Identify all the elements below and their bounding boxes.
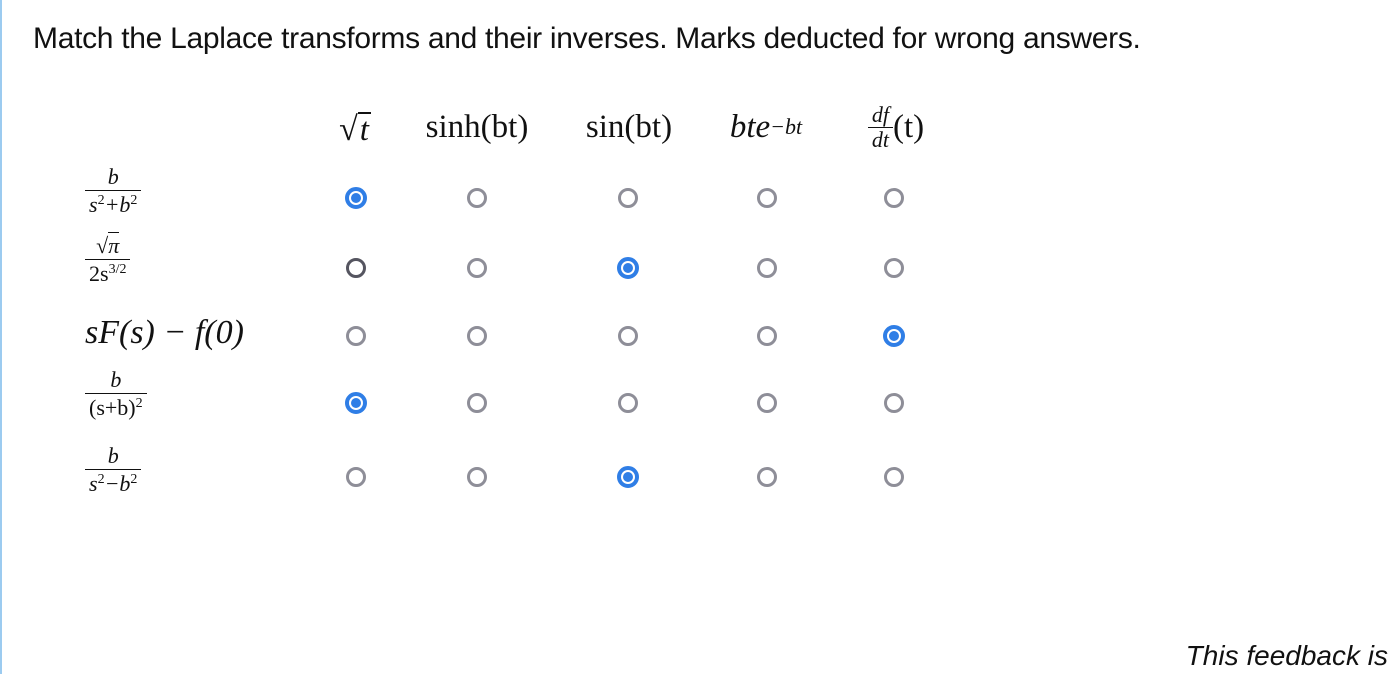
col-header-sinh: sinh(bt)	[425, 108, 529, 145]
radio-r2-sinh[interactable]	[467, 258, 487, 278]
radio-r4-sqrt-t[interactable]	[345, 392, 367, 414]
col-header-bte: bte −bt	[729, 108, 803, 145]
row-header-2: √π 2s3/2	[85, 232, 131, 285]
radio-r3-dfdt[interactable]	[883, 325, 905, 347]
col-header-sqrt-t: √ t	[339, 110, 371, 148]
radio-r1-bte[interactable]	[757, 188, 777, 208]
radio-r1-sin[interactable]	[618, 188, 638, 208]
radio-r5-dfdt[interactable]	[884, 467, 904, 487]
radio-r5-bte[interactable]	[757, 467, 777, 487]
radio-r5-sin[interactable]	[617, 466, 639, 488]
radio-r5-sqrt-t[interactable]	[346, 467, 366, 487]
radio-r5-sinh[interactable]	[467, 467, 487, 487]
radio-r1-sqrt-t[interactable]	[345, 187, 367, 209]
radio-r2-bte[interactable]	[757, 258, 777, 278]
left-border	[0, 0, 2, 674]
radio-r4-sinh[interactable]	[467, 393, 487, 413]
row-header-3: sF(s) − f(0)	[85, 314, 244, 351]
row-header-5: b s2−b2	[85, 444, 142, 495]
col-header-dfdt: df dt (t)	[850, 103, 942, 151]
radio-r1-dfdt[interactable]	[884, 188, 904, 208]
radio-r2-sin[interactable]	[617, 257, 639, 279]
row-header-1: b s2+b2	[85, 165, 142, 216]
radio-r2-sqrt-t[interactable]	[346, 258, 366, 278]
question-prompt: Match the Laplace transforms and their i…	[33, 22, 1141, 55]
radio-r2-dfdt[interactable]	[884, 258, 904, 278]
radio-r4-dfdt[interactable]	[884, 393, 904, 413]
radio-r3-sin[interactable]	[618, 326, 638, 346]
radio-r3-sqrt-t[interactable]	[346, 326, 366, 346]
row-header-4: b (s+b)2	[85, 368, 147, 419]
radio-r3-bte[interactable]	[757, 326, 777, 346]
feedback-text: This feedback is	[1185, 640, 1388, 671]
radio-r4-sin[interactable]	[618, 393, 638, 413]
radio-r3-sinh[interactable]	[467, 326, 487, 346]
radio-r4-bte[interactable]	[757, 393, 777, 413]
radio-r1-sinh[interactable]	[467, 188, 487, 208]
col-header-sin: sin(bt)	[585, 108, 673, 145]
